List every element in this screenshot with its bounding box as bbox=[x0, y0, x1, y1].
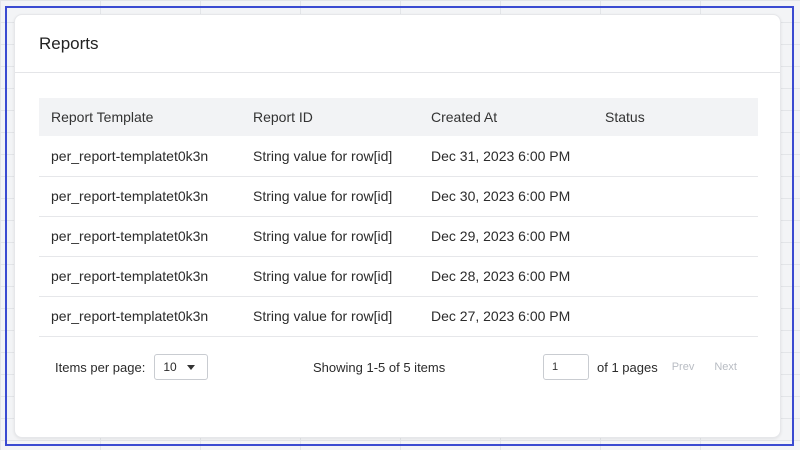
items-per-page-value: 10 bbox=[163, 360, 177, 374]
column-header-created-at[interactable]: Created At bbox=[419, 98, 593, 136]
cell-status bbox=[593, 256, 758, 297]
page-navigator: of 1 pages Prev Next bbox=[543, 347, 737, 387]
table-row[interactable]: per_report-templatet0k3n String value fo… bbox=[39, 296, 758, 337]
cell-status bbox=[593, 296, 758, 337]
cell-created-at: Dec 27, 2023 6:00 PM bbox=[419, 296, 593, 337]
table-header-row: Report Template Report ID Created At Sta… bbox=[39, 98, 758, 136]
cell-created-at: Dec 29, 2023 6:00 PM bbox=[419, 216, 593, 257]
cell-report-template: per_report-templatet0k3n bbox=[39, 216, 241, 257]
cell-report-id: String value for row[id] bbox=[241, 296, 419, 337]
reports-card: Reports Report Template Report ID Create… bbox=[14, 14, 781, 438]
prev-page-button[interactable]: Prev bbox=[672, 361, 695, 373]
reports-table-container: Report Template Report ID Created At Sta… bbox=[39, 98, 758, 337]
next-page-button[interactable]: Next bbox=[714, 361, 737, 373]
pagination-bar: Items per page: 10 Showing 1-5 of 5 item… bbox=[39, 347, 758, 387]
column-header-report-template[interactable]: Report Template bbox=[39, 98, 241, 136]
cell-status bbox=[593, 136, 758, 177]
cell-report-id: String value for row[id] bbox=[241, 256, 419, 297]
items-per-page-select[interactable]: 10 bbox=[154, 354, 209, 380]
cell-status bbox=[593, 216, 758, 257]
cell-report-id: String value for row[id] bbox=[241, 176, 419, 217]
table-row[interactable]: per_report-templatet0k3n String value fo… bbox=[39, 176, 758, 217]
page-number-input[interactable] bbox=[543, 354, 589, 380]
cell-created-at: Dec 30, 2023 6:00 PM bbox=[419, 176, 593, 217]
table-row[interactable]: per_report-templatet0k3n String value fo… bbox=[39, 216, 758, 257]
cell-report-id: String value for row[id] bbox=[241, 216, 419, 257]
card-title: Reports bbox=[39, 33, 99, 53]
cell-status bbox=[593, 176, 758, 217]
card-header: Reports bbox=[15, 15, 780, 73]
column-header-status[interactable]: Status bbox=[593, 98, 758, 136]
table-row[interactable]: per_report-templatet0k3n String value fo… bbox=[39, 136, 758, 177]
items-per-page-label: Items per page: bbox=[55, 359, 146, 375]
reports-table: Report Template Report ID Created At Sta… bbox=[39, 98, 758, 337]
column-header-report-id[interactable]: Report ID bbox=[241, 98, 419, 136]
cell-report-id: String value for row[id] bbox=[241, 136, 419, 177]
cell-report-template: per_report-templatet0k3n bbox=[39, 136, 241, 177]
table-row[interactable]: per_report-templatet0k3n String value fo… bbox=[39, 256, 758, 297]
cell-created-at: Dec 28, 2023 6:00 PM bbox=[419, 256, 593, 297]
items-per-page: Items per page: 10 bbox=[55, 347, 209, 387]
cell-report-template: per_report-templatet0k3n bbox=[39, 256, 241, 297]
cell-report-template: per_report-templatet0k3n bbox=[39, 296, 241, 337]
table-body: per_report-templatet0k3n String value fo… bbox=[39, 136, 758, 337]
chevron-down-icon bbox=[186, 364, 195, 370]
table-header: Report Template Report ID Created At Sta… bbox=[39, 98, 758, 136]
total-pages-label: of 1 pages bbox=[597, 359, 658, 375]
cell-created-at: Dec 31, 2023 6:00 PM bbox=[419, 136, 593, 177]
cell-report-template: per_report-templatet0k3n bbox=[39, 176, 241, 217]
showing-summary: Showing 1-5 of 5 items bbox=[313, 359, 446, 375]
